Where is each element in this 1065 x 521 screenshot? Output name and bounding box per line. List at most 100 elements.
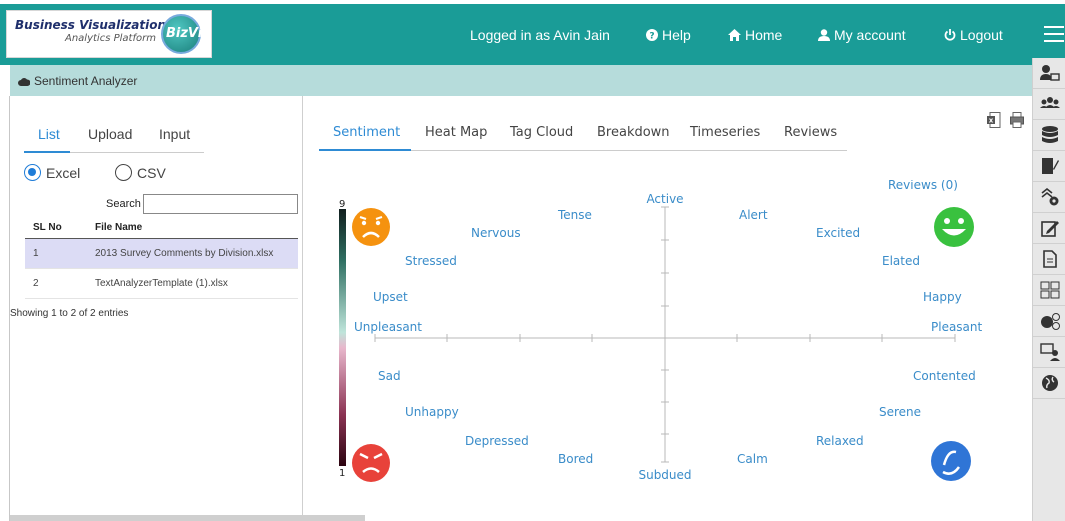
table-row[interactable]: 2 TextAnalyzerTemplate (1).xlsx: [25, 268, 298, 299]
file-panel: List Upload Input Excel CSV Search SL No…: [10, 96, 302, 521]
cell-file-name[interactable]: 2013 Survey Comments by Division.xlsx: [87, 238, 298, 269]
tab-breakdown[interactable]: Breakdown: [597, 125, 670, 140]
column-header-file-name[interactable]: File Name: [87, 218, 298, 239]
label-contented: Contented: [913, 369, 976, 383]
tool-rail: [1032, 58, 1065, 521]
question-circle-icon: ?: [646, 29, 658, 41]
my-account-link[interactable]: My account: [818, 27, 906, 43]
scale-min-label: 1: [339, 468, 345, 479]
radio-excel[interactable]: Excel: [24, 164, 80, 181]
sentiment-scale-bar: [339, 209, 346, 466]
label-upset: Upset: [373, 290, 408, 304]
sentiment-circumplex: 9 1 Active Alert Tense Nervous Excited S…: [339, 180, 983, 482]
logo-title: Business Visualization: [15, 18, 167, 32]
label-excited: Excited: [816, 226, 860, 240]
rail-database-button[interactable]: [1033, 120, 1065, 151]
rail-globe-button[interactable]: [1033, 368, 1065, 399]
logo-subtitle: Analytics Platform: [65, 33, 156, 44]
label-elated: Elated: [882, 254, 920, 268]
label-happy: Happy: [923, 290, 962, 304]
label-pleasant: Pleasant: [931, 320, 983, 334]
label-subdued: Subdued: [638, 468, 691, 482]
table-row[interactable]: 1 2013 Survey Comments by Division.xlsx: [25, 238, 298, 269]
rail-edit-button[interactable]: [1033, 213, 1065, 244]
panel-divider: [302, 96, 303, 521]
book-edit-icon: [1041, 158, 1059, 174]
angry-face-icon: [352, 444, 390, 482]
social-media-icon: [1040, 281, 1059, 299]
page-title: Sentiment Analyzer: [34, 74, 138, 88]
edit-icon: [1040, 221, 1059, 237]
breadcrumb: Sentiment Analyzer: [10, 65, 1032, 96]
tab-heat-map[interactable]: Heat Map: [425, 125, 487, 140]
scale-max-label: 9: [339, 199, 345, 210]
emoji-icon: [1040, 313, 1060, 330]
rail-emoji-button[interactable]: [1033, 306, 1065, 337]
search-input[interactable]: [143, 194, 298, 214]
logo-mark: BizViz: [161, 14, 210, 54]
logout-link[interactable]: Logout: [944, 27, 1003, 43]
help-link[interactable]: ? Help: [646, 27, 691, 43]
rail-book-button[interactable]: [1033, 151, 1065, 182]
power-icon: [944, 29, 956, 41]
radio-excel-button[interactable]: [24, 164, 41, 181]
active-tab-indicator: [24, 151, 70, 153]
settings-icon: [1041, 188, 1058, 206]
radio-csv-label: CSV: [137, 164, 166, 181]
logged-in-label: Logged in as Avin Jain: [470, 27, 610, 43]
tab-reviews[interactable]: Reviews: [784, 125, 837, 140]
label-tense: Tense: [557, 208, 592, 222]
horizontal-scrollbar[interactable]: [10, 515, 365, 521]
app-logo[interactable]: Business Visualization Analytics Platfor…: [6, 10, 212, 58]
label-serene: Serene: [879, 405, 921, 419]
svg-text:x: x: [989, 117, 994, 125]
rail-group-button[interactable]: [1033, 89, 1065, 120]
group-icon: [1039, 97, 1060, 108]
tab-input[interactable]: Input: [159, 126, 190, 142]
column-header-sl[interactable]: SL No: [25, 218, 87, 239]
label-nervous: Nervous: [471, 226, 521, 240]
presenter-icon: [1039, 343, 1060, 361]
rail-social-button[interactable]: [1033, 275, 1065, 306]
label-bored: Bored: [558, 452, 593, 466]
calm-face-icon: [931, 441, 971, 481]
rail-presenter-button[interactable]: [1033, 337, 1065, 368]
globe-icon: [1041, 375, 1058, 391]
rail-document-button[interactable]: [1033, 244, 1065, 275]
file-table: SL No File Name 1 2013 Survey Comments b…: [25, 218, 298, 299]
tab-upload[interactable]: Upload: [88, 126, 132, 142]
rail-settings-button[interactable]: [1033, 182, 1065, 213]
active-tab-indicator: [319, 149, 411, 151]
tab-tag-cloud[interactable]: Tag Cloud: [510, 125, 573, 140]
home-icon: [728, 29, 741, 41]
label-depressed: Depressed: [465, 434, 529, 448]
top-header: Business Visualization Analytics Platfor…: [0, 0, 1065, 65]
label-calm: Calm: [737, 452, 768, 466]
document-icon: [1042, 250, 1057, 268]
cloud-icon: [18, 77, 30, 86]
label-active: Active: [646, 192, 683, 206]
tab-timeseries[interactable]: Timeseries: [690, 125, 760, 140]
radio-excel-label: Excel: [46, 164, 81, 181]
excel-export-icon[interactable]: x: [987, 112, 1001, 128]
user-screen-icon: [1039, 65, 1060, 81]
cell-file-name[interactable]: TextAnalyzerTemplate (1).xlsx: [87, 268, 298, 299]
print-export-icon[interactable]: [1010, 112, 1024, 128]
rail-user-screen-button[interactable]: [1033, 58, 1065, 89]
home-link[interactable]: Home: [728, 27, 782, 43]
entries-info: Showing 1 to 2 of 2 entries: [10, 308, 129, 319]
cell-sl: 1: [25, 238, 87, 269]
user-icon: [818, 29, 830, 41]
label-unpleasant: Unpleasant: [354, 320, 422, 334]
tab-sentiment[interactable]: Sentiment: [333, 125, 400, 140]
svg-text:?: ?: [649, 32, 654, 42]
database-icon: [1041, 126, 1058, 143]
radio-csv[interactable]: CSV: [115, 164, 166, 181]
reviews-count[interactable]: Reviews (0): [888, 180, 958, 192]
radio-csv-button[interactable]: [115, 164, 132, 181]
happy-face-icon: [934, 207, 974, 247]
label-sad: Sad: [378, 369, 401, 383]
tab-list[interactable]: List: [38, 126, 60, 142]
hamburger-icon[interactable]: [1044, 26, 1064, 42]
label-alert: Alert: [739, 208, 768, 222]
